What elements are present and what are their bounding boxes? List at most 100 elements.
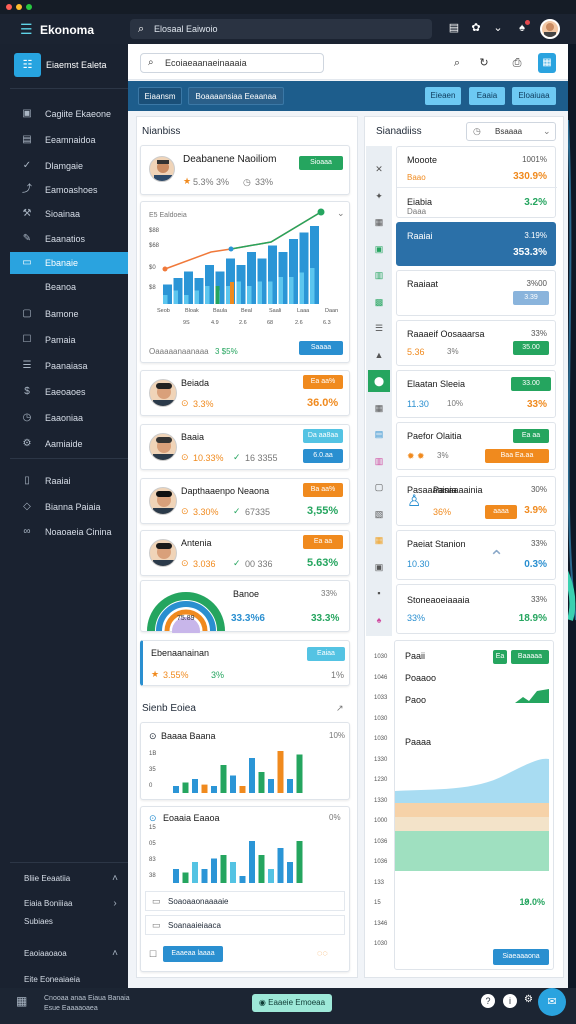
- metric-row[interactable]: Stoneaoeiaaaia 33% 33% 18.9%: [396, 584, 556, 634]
- sidebar-item-label: Paanaiasa: [45, 361, 88, 371]
- sidebar-footer-item-3[interactable]: Eaoiaaoaoa ˄: [10, 944, 128, 964]
- side-icon-3[interactable]: ▣: [368, 238, 390, 260]
- sidebar-item-5[interactable]: ✎ Eaanatios: [10, 228, 128, 250]
- sidebar-footer-item-0[interactable]: Bliie Eeaatiia ˄: [10, 869, 128, 889]
- printer-icon[interactable]: ⎙: [509, 55, 525, 71]
- sidebar-item-13[interactable]: ⚙ Aamiaide: [10, 433, 128, 455]
- side-icon-10[interactable]: ▤: [368, 423, 390, 445]
- period-dropdown[interactable]: ◷ Bsaaaa ⌄: [466, 122, 556, 141]
- mini-bar: [287, 779, 293, 793]
- sidebar-item-3[interactable]: ⤴ Eamoashoes: [10, 179, 128, 201]
- sidebar-item-12[interactable]: ◷ Eaaoniaa: [10, 407, 128, 429]
- person-card[interactable]: Antenia ⊙ 3.036 ✓ 00 336 Ea aa 5.63%: [140, 530, 350, 576]
- chart-action-button[interactable]: Saaaa: [299, 341, 343, 355]
- sidebar-item-1[interactable]: ▤ Eeamnaidoa: [10, 129, 128, 151]
- checkbox-icon[interactable]: ☐: [149, 949, 157, 960]
- tab-right-2[interactable]: Eaaia: [469, 87, 505, 105]
- menu-icon[interactable]: ☰: [20, 22, 34, 36]
- person-badge-2: 6.0.aa: [303, 449, 343, 463]
- minimize-dot[interactable]: [16, 4, 22, 10]
- info-icon[interactable]: i: [503, 994, 517, 1008]
- sidebar-item-14[interactable]: ▯ Raaiai: [10, 470, 128, 492]
- person-card[interactable]: Beiada ⊙ 3.3% Ea aa% 36.0%: [140, 370, 350, 416]
- sidebar-item-0[interactable]: ▣ Cagiite Ekaeone: [10, 103, 128, 125]
- refresh-icon[interactable]: ↻: [476, 55, 492, 71]
- tab-right-1[interactable]: Eieaen: [425, 87, 461, 105]
- close-dot[interactable]: [6, 4, 12, 10]
- metric-row[interactable]: Pasaaaainia ♙ Pasaaaainia 30% 36% aaaa 3.9%: [396, 476, 556, 526]
- sidebar-item-8[interactable]: ▢ Bamone: [10, 303, 128, 325]
- y-tick: 0: [149, 783, 153, 789]
- footer-action-button[interactable]: Eaaeaa laaaa: [163, 946, 223, 962]
- chat-fab-button[interactable]: ✉: [538, 988, 566, 1016]
- sidebar-item-9[interactable]: ☐ Pamaia: [10, 329, 128, 351]
- gauge-pct: 33%: [321, 589, 338, 598]
- calendar-icon[interactable]: ▤: [446, 20, 462, 36]
- side-icon-11[interactable]: ▥: [368, 450, 390, 472]
- side-icon-12[interactable]: ▢: [368, 476, 390, 498]
- settings-icon[interactable]: ⚙: [524, 994, 534, 1008]
- sidebar-item-7[interactable]: Beanoa: [10, 276, 128, 298]
- help-icon[interactable]: ?: [481, 994, 495, 1008]
- settings-icon[interactable]: ✿: [468, 20, 484, 36]
- user-avatar[interactable]: [540, 19, 560, 39]
- gauge-card[interactable]: 75.89 Banoe 33% 33.3%6 33.3%: [140, 580, 350, 633]
- clock-icon: ◷: [22, 412, 32, 423]
- sidebar-item-16[interactable]: ∞ Noaoaeia Cinina: [10, 521, 128, 543]
- search-icon[interactable]: ⌕: [449, 55, 465, 71]
- sidebar-item-6[interactable]: ▭ Ebanaie: [10, 252, 128, 274]
- side-icon-0[interactable]: ✕: [368, 158, 390, 180]
- side-icon-2[interactable]: ▦: [368, 211, 390, 233]
- metric-row[interactable]: Raaiai 3.19% 353.3%: [396, 222, 556, 266]
- sidebar-item-4[interactable]: ⚒ Sioainaa: [10, 203, 128, 225]
- list-row[interactable]: ▭ Soanaaieiaaca: [145, 915, 345, 935]
- side-icon-7[interactable]: ▲: [368, 344, 390, 366]
- sidebar-footer-item-2[interactable]: Subiaes: [10, 912, 128, 932]
- metric-row[interactable]: Elaatan Sleeia 33.00 11.30 10% 33%: [396, 370, 556, 418]
- sidebar-item-11[interactable]: $ Eaeoaoes: [10, 381, 128, 403]
- top-profile-card[interactable]: Deabanene Naoiliom ★ 5.3% 3% ◷ 33% Sioaa…: [140, 145, 350, 195]
- side-icon-13[interactable]: ▧: [368, 503, 390, 525]
- metric-big: 0.3%: [524, 559, 547, 570]
- side-icon-17[interactable]: ♠: [368, 609, 390, 631]
- metric-row[interactable]: Paeiat Stanion 33% 10.30 ⌃ 0.3%: [396, 530, 556, 580]
- side-icon-8[interactable]: ⬤: [368, 370, 390, 392]
- side-icon-14[interactable]: ▦: [368, 529, 390, 551]
- metric-row[interactable]: Raaiaat 3%00 3.39: [396, 270, 556, 316]
- expand-icon[interactable]: ↗: [336, 703, 344, 714]
- workspace-button[interactable]: ☷: [14, 53, 41, 77]
- side-icon-16[interactable]: ▪: [368, 582, 390, 604]
- global-search[interactable]: ⌕ Elosaal Eaiwoio: [130, 19, 432, 39]
- side-icon-4[interactable]: ▥: [368, 264, 390, 286]
- side-icon-6[interactable]: ☰: [368, 317, 390, 339]
- area-action-button[interactable]: Siaeaaaona: [493, 949, 549, 965]
- sidebar-item-label: Bamone: [45, 309, 79, 319]
- toolbar-search[interactable]: ⌕ Ecoiaeaanaeinaaaia: [140, 53, 324, 73]
- tab-left-1[interactable]: Eiaansm: [138, 87, 182, 105]
- sidebar-footer-item-4[interactable]: Eite Eoneaiaeia: [10, 970, 128, 990]
- metric-row[interactable]: Raaaeif Oosaaarsa 33% 5.36 3% 35.00: [396, 320, 556, 366]
- gauge-name: Banoe: [233, 589, 260, 599]
- bottom-center-button[interactable]: ◉ Eaaeie Emoeaa: [252, 994, 332, 1012]
- sidebar-item-10[interactable]: ☰ Paanaiasa: [10, 355, 128, 377]
- sidebar-item-2[interactable]: ✓ Dlamgaie: [10, 155, 128, 177]
- sidebar-item-15[interactable]: ◇ Bianna Paiaia: [10, 496, 128, 518]
- person-card[interactable]: Baaia ⊙ 10.33% ✓ 16 3355 Da aa8aa 6.0.aa: [140, 424, 350, 470]
- profile-action-button[interactable]: Sioaaa: [299, 156, 343, 170]
- note-card[interactable]: Ebenaanainan Eaiaa ★ 3.55% 3% 1%: [140, 640, 350, 686]
- maximize-dot[interactable]: [26, 4, 32, 10]
- metric-row[interactable]: Mooote 1001% Baao 330.9% Eiabia Daaa 3.2%: [396, 146, 557, 218]
- side-icon-5[interactable]: ▩: [368, 291, 390, 313]
- tab-right-3[interactable]: Eloaiuaa: [512, 87, 556, 105]
- person-card[interactable]: Dapthaaenpo Neaona ⊙ 3.30% ✓ 67335 Ba aa% 3,55…: [140, 478, 350, 524]
- chevron-down-icon[interactable]: ⌄: [490, 20, 506, 36]
- tab-left-2[interactable]: Boaaaansiaa Eeaanaa: [188, 87, 284, 105]
- notification-icon[interactable]: ♠: [514, 20, 530, 36]
- list-row[interactable]: ▭ Soaoaaonaaaaie: [145, 891, 345, 911]
- side-icon-1[interactable]: ✦: [368, 185, 390, 207]
- metric-row[interactable]: Paefor Olaitia Ea aa ✹ ✹ 3% Baa Ea.aa: [396, 422, 556, 470]
- side-icon-15[interactable]: ▣: [368, 556, 390, 578]
- sidebar-footer-item-1[interactable]: Eiaia Boniiiaa ›: [10, 894, 128, 914]
- side-icon-9[interactable]: ▦: [368, 397, 390, 419]
- grid-view-button[interactable]: ▦: [538, 53, 556, 73]
